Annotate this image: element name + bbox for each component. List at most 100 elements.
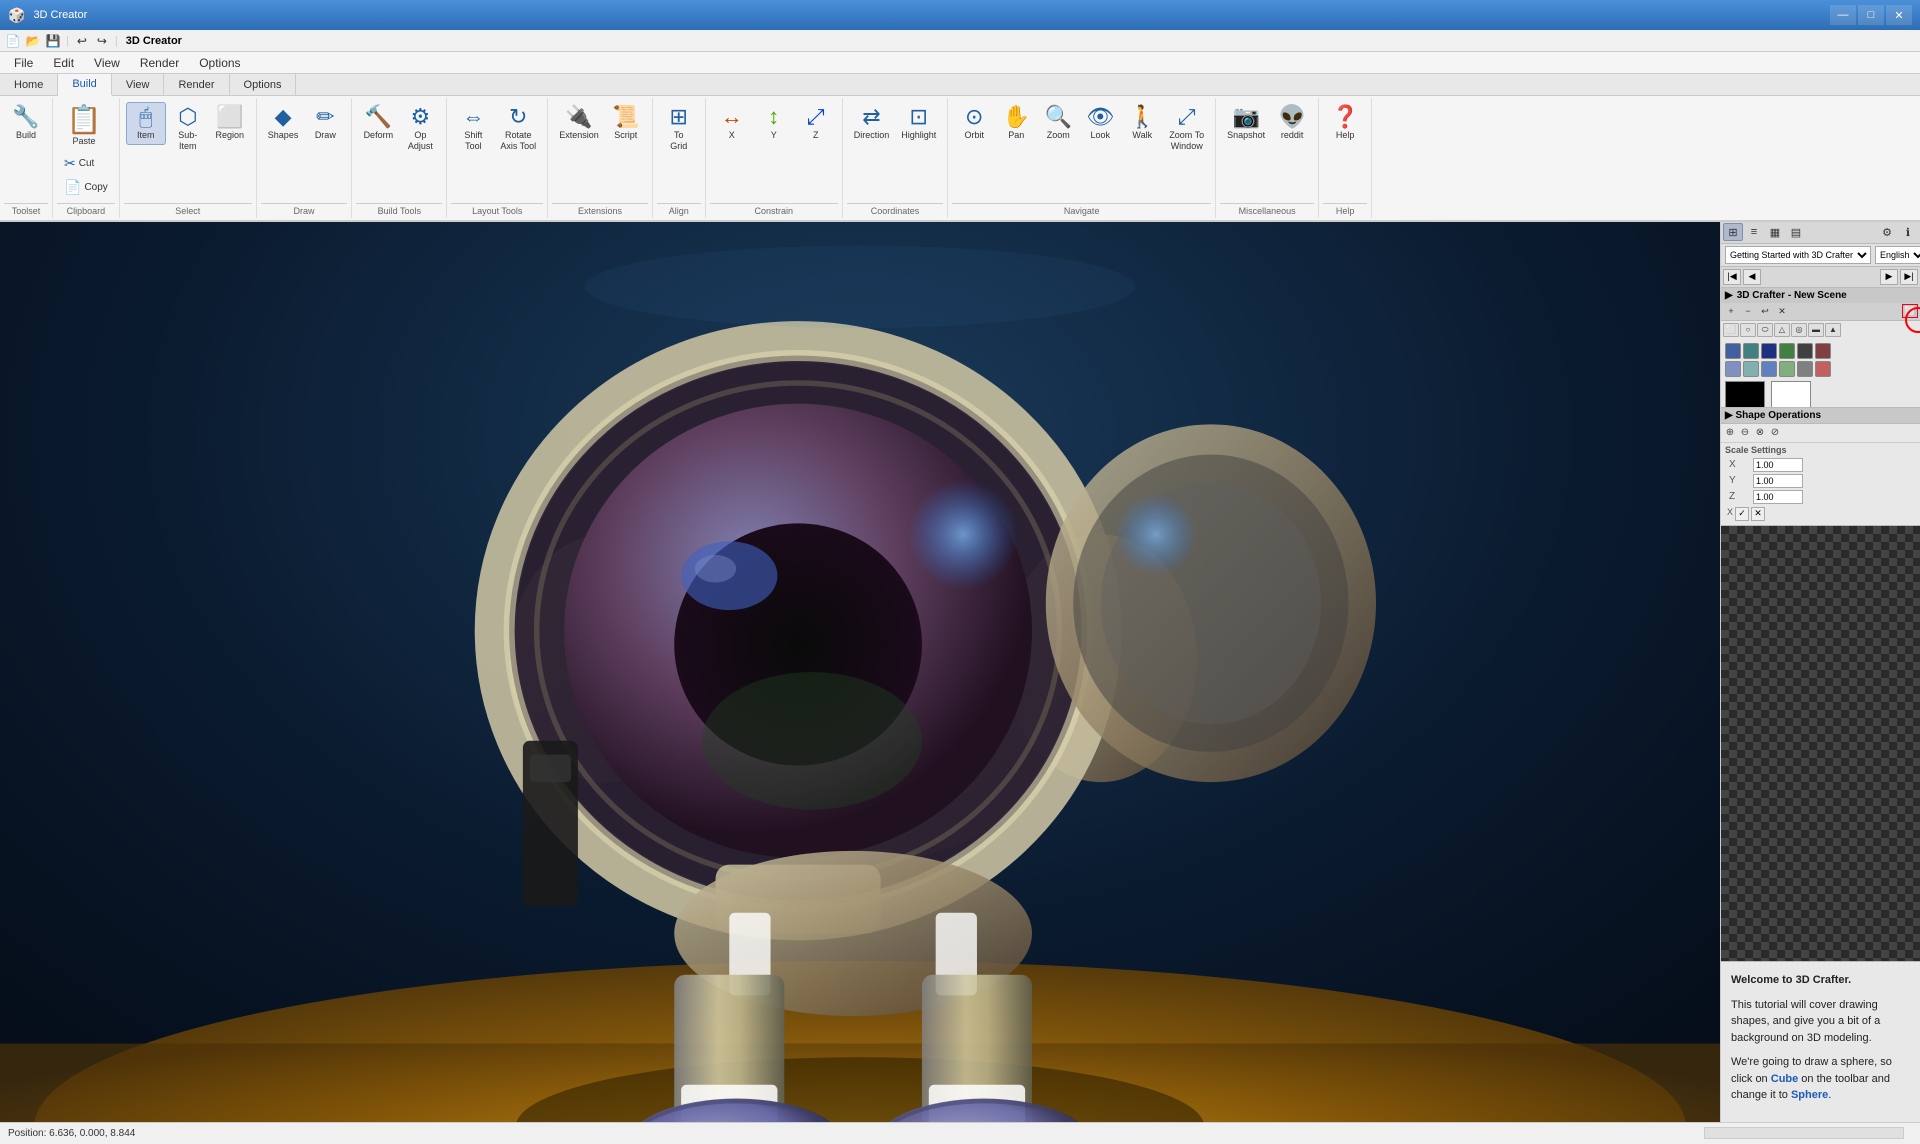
menu-file[interactable]: File: [4, 52, 43, 73]
swatch-blue1[interactable]: [1725, 343, 1741, 359]
tab-view[interactable]: View: [112, 74, 165, 95]
foreground-color[interactable]: [1725, 381, 1765, 408]
walk-button[interactable]: 🚶 Walk: [1122, 102, 1162, 145]
so-btn1[interactable]: ⊕: [1723, 426, 1737, 440]
nav-next-btn[interactable]: ▶: [1880, 269, 1898, 285]
shift-tool-button[interactable]: ⇔ Shift Tool: [453, 102, 493, 156]
direction-button[interactable]: ⇄ Direction: [849, 102, 895, 145]
open-button[interactable]: 📂: [24, 32, 42, 50]
scene-cross-btn[interactable]: ✕: [1774, 304, 1790, 318]
op-adjust-button[interactable]: ⚙ Op Adjust: [400, 102, 440, 156]
new-button[interactable]: 📄: [4, 32, 22, 50]
nav-last-btn[interactable]: ▶|: [1900, 269, 1918, 285]
region-button[interactable]: ⬜ Region: [210, 102, 250, 145]
undo-button[interactable]: ↩: [73, 32, 91, 50]
scale-z-input[interactable]: [1753, 490, 1803, 504]
swatch-green[interactable]: [1779, 343, 1795, 359]
scene-add-btn[interactable]: +: [1723, 304, 1739, 318]
scale-check-btn[interactable]: ✓: [1735, 507, 1749, 521]
y-button[interactable]: ↕ Y: [754, 102, 794, 145]
swatch-teal[interactable]: [1743, 343, 1759, 359]
swatch-gray[interactable]: [1797, 361, 1813, 377]
so-btn4[interactable]: ⊘: [1768, 426, 1782, 440]
tutorial-sphere-link[interactable]: Sphere: [1791, 1089, 1828, 1101]
viewport[interactable]: [0, 222, 1720, 1122]
pan-button[interactable]: ✋ Pan: [996, 102, 1036, 145]
st-cone-btn[interactable]: △: [1774, 323, 1790, 337]
highlight-button[interactable]: ⊡ Highlight: [896, 102, 941, 145]
extension-button[interactable]: 🔌 Extension: [554, 102, 604, 145]
zoom-to-window-button[interactable]: ⤢ Zoom To Window: [1164, 102, 1209, 156]
save-button[interactable]: 💾: [44, 32, 62, 50]
menu-view[interactable]: View: [84, 52, 130, 73]
scene-del-btn[interactable]: −: [1740, 304, 1756, 318]
swatch-red[interactable]: [1815, 361, 1831, 377]
orbit-button[interactable]: ⊙ Orbit: [954, 102, 994, 145]
swatch-dkgray[interactable]: [1797, 343, 1813, 359]
so-btn3[interactable]: ⊗: [1753, 426, 1767, 440]
st-torus-btn[interactable]: ◎: [1791, 323, 1807, 337]
build-button[interactable]: 🔧 Build: [6, 102, 46, 145]
st-tri-btn[interactable]: ▲: [1825, 323, 1841, 337]
x-button[interactable]: ↔ X: [712, 102, 752, 145]
st-sphere-btn[interactable]: ○: [1740, 323, 1756, 337]
shape-panel-header[interactable]: ▶ Shape Operations: [1721, 408, 1920, 424]
tab-render[interactable]: Render: [164, 74, 229, 95]
rp-settings-btn[interactable]: ⚙: [1877, 223, 1897, 241]
st-cube-btn[interactable]: ⬜: [1723, 323, 1739, 337]
item-button[interactable]: 🖱 Item: [126, 102, 166, 145]
swatch-dkred[interactable]: [1815, 343, 1831, 359]
shapes-button[interactable]: ◆ Shapes: [263, 102, 304, 145]
scale-cancel-btn[interactable]: ✕: [1751, 507, 1765, 521]
st-plane-btn[interactable]: ▬: [1808, 323, 1824, 337]
scene-panel-header[interactable]: ▶ 3D Crafter - New Scene: [1721, 288, 1920, 303]
scale-x-input[interactable]: [1753, 458, 1803, 472]
menu-edit[interactable]: Edit: [43, 52, 84, 73]
z-button[interactable]: ⤢ Z: [796, 102, 836, 145]
to-grid-button[interactable]: ⊞ To Grid: [659, 102, 699, 156]
st-cyl-btn[interactable]: ⬭: [1757, 323, 1773, 337]
tab-options[interactable]: Options: [230, 74, 297, 95]
tab-home[interactable]: Home: [0, 74, 58, 95]
draw-button[interactable]: ✏ Draw: [305, 102, 345, 145]
scene-undo-btn[interactable]: ↩: [1757, 304, 1773, 318]
tutorial-cube-link[interactable]: Cube: [1771, 1073, 1799, 1085]
tab-build[interactable]: Build: [58, 74, 111, 96]
copy-button[interactable]: 📄 Copy: [59, 176, 113, 199]
cut-button[interactable]: ✂ Cut: [59, 152, 113, 175]
background-color[interactable]: [1771, 381, 1811, 408]
swatch-ltteal[interactable]: [1743, 361, 1759, 377]
maximize-button[interactable]: □: [1858, 5, 1884, 25]
nav-prev-btn[interactable]: ◀: [1743, 269, 1761, 285]
minimize-button[interactable]: —: [1830, 5, 1856, 25]
swatch-ltblue[interactable]: [1725, 361, 1741, 377]
snapshot-button[interactable]: 📷 Snapshot: [1222, 102, 1270, 145]
rp-grid-btn[interactable]: ⊞: [1723, 223, 1743, 241]
rp-list-btn[interactable]: ≡: [1744, 223, 1764, 241]
script-button[interactable]: 📜 Script: [606, 102, 646, 145]
rp-view2-btn[interactable]: ▤: [1786, 223, 1806, 241]
deform-button[interactable]: 🔨 Deform: [358, 102, 398, 145]
getting-started-select[interactable]: Getting Started with 3D Crafter: [1725, 246, 1871, 264]
so-btn2[interactable]: ⊖: [1738, 426, 1752, 440]
rotate-axis-tool-button[interactable]: ↻ Rotate Axis Tool: [495, 102, 541, 156]
nav-first-btn[interactable]: |◀: [1723, 269, 1741, 285]
help-button[interactable]: ❓ Help: [1325, 102, 1365, 145]
rp-view1-btn[interactable]: ▦: [1765, 223, 1785, 241]
swatch-blue2[interactable]: [1761, 361, 1777, 377]
look-button[interactable]: 👁 Look: [1080, 102, 1120, 145]
paste-button[interactable]: 📋 Paste: [59, 102, 109, 151]
scene-cube-type-btn[interactable]: ⬜: [1902, 304, 1918, 318]
swatch-ltgreen[interactable]: [1779, 361, 1795, 377]
reddit-button[interactable]: 👽 reddit: [1272, 102, 1312, 145]
statusbar-scrollbar[interactable]: [1704, 1127, 1904, 1139]
redo-button[interactable]: ↪: [93, 32, 111, 50]
menu-options[interactable]: Options: [189, 52, 250, 73]
scale-y-input[interactable]: [1753, 474, 1803, 488]
language-select[interactable]: English: [1875, 246, 1920, 264]
close-button[interactable]: ✕: [1886, 5, 1912, 25]
rp-info-btn[interactable]: ℹ: [1898, 223, 1918, 241]
swatch-dkblue[interactable]: [1761, 343, 1777, 359]
menu-render[interactable]: Render: [130, 52, 189, 73]
zoom-button[interactable]: 🔍 Zoom: [1038, 102, 1078, 145]
